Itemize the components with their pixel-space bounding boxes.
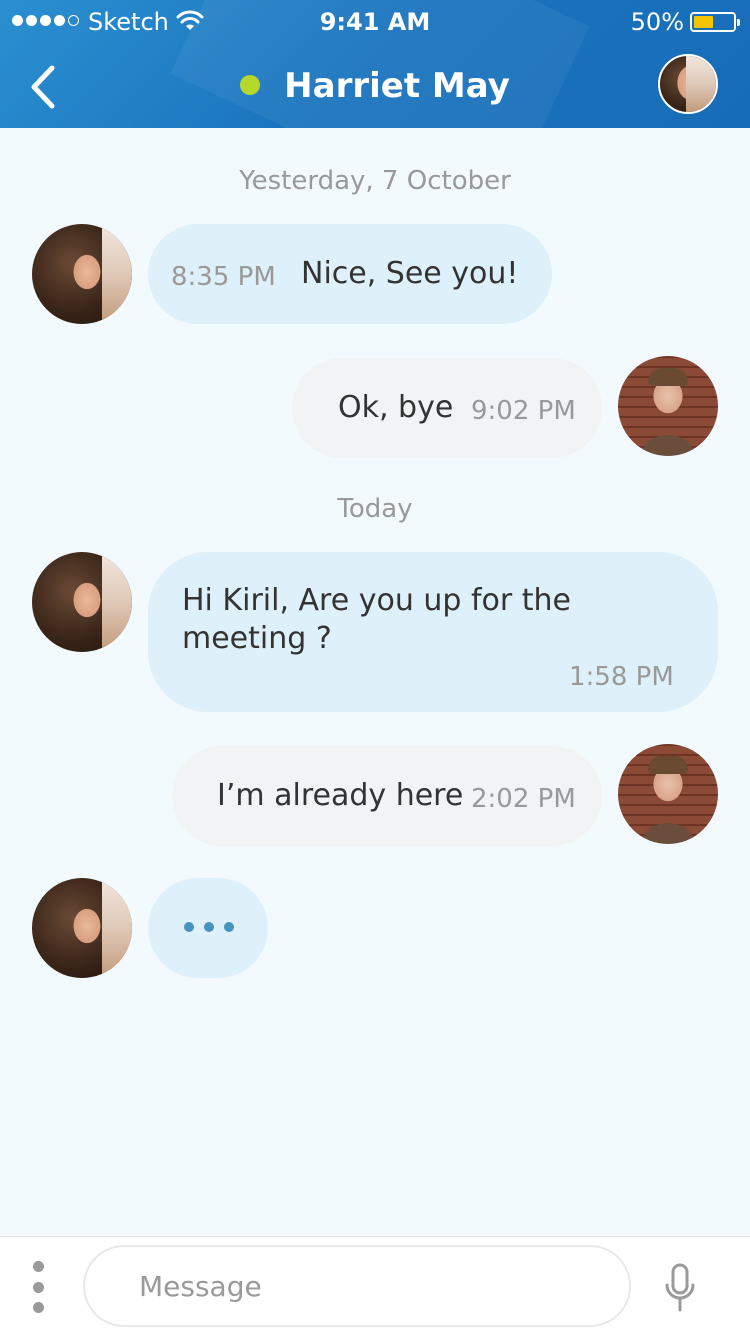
message-input[interactable] [83, 1245, 631, 1327]
message-time: 2:02 PM [471, 784, 576, 814]
status-bar: Sketch 9:41 AM 50% [0, 0, 750, 44]
message-bubble-incoming[interactable]: 8:35 PM Nice, See you! [148, 224, 552, 324]
message-time: 8:35 PM [171, 262, 276, 292]
message-text: Nice, See you! [301, 256, 519, 291]
message-text: Ok, bye [338, 390, 454, 425]
message-composer [0, 1236, 750, 1334]
chat-title: Harriet May [0, 66, 750, 106]
avatar [618, 356, 718, 456]
message-text: I’m already here [217, 778, 464, 813]
battery-percent: 50% [630, 8, 684, 36]
chat-header: Sketch 9:41 AM 50% Harriet May [0, 0, 750, 128]
contact-avatar[interactable] [658, 54, 718, 114]
contact-name: Harriet May [284, 66, 510, 106]
date-separator: Yesterday, 7 October [239, 166, 511, 196]
typing-dots-icon [184, 922, 234, 932]
message-bubble-incoming[interactable]: Hi Kiril, Are you up for the meeting ? 1… [148, 552, 718, 712]
avatar [32, 224, 132, 324]
message-text: Hi Kiril, Are you up for the meeting ? [182, 583, 571, 656]
microphone-icon[interactable] [664, 1263, 696, 1313]
avatar [618, 744, 718, 844]
message-bubble-outgoing[interactable]: I’m already here 2:02 PM [172, 746, 602, 846]
avatar [32, 552, 132, 652]
message-time: 1:58 PM [569, 662, 674, 692]
message-time: 9:02 PM [471, 396, 576, 426]
online-status-indicator [240, 74, 261, 95]
battery-icon [690, 12, 740, 32]
typing-indicator [148, 878, 268, 978]
vertical-dots-icon[interactable] [30, 1261, 46, 1313]
message-bubble-outgoing[interactable]: Ok, bye 9:02 PM [292, 358, 602, 458]
date-separator: Today [337, 494, 413, 524]
avatar [32, 878, 132, 978]
